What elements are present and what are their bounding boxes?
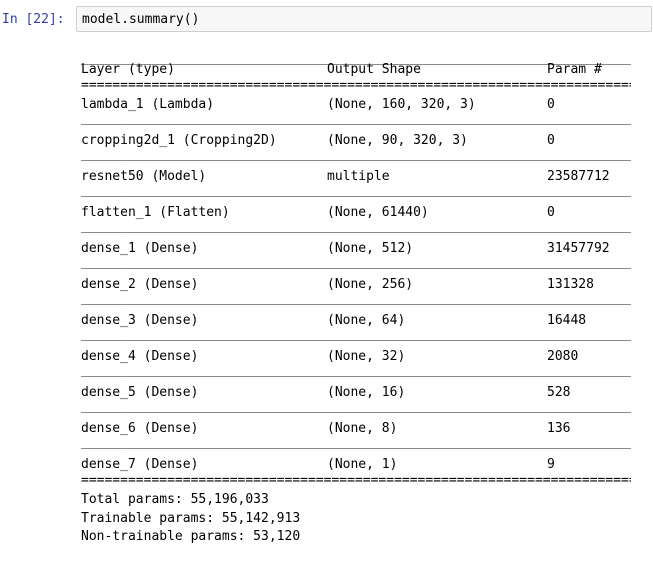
- row-param-count: 0: [547, 97, 555, 112]
- row-layer-name: lambda_1 (Lambda): [81, 97, 215, 112]
- row-output-shape: (None, 64): [327, 313, 406, 328]
- row-output-shape: (None, 8): [327, 421, 398, 436]
- input-prompt: In [22]:: [2, 12, 65, 27]
- row-param-count: 528: [547, 385, 571, 400]
- row-param-count: 2080: [547, 349, 579, 364]
- table-row: dense_6 (Dense) (None, 8) 136: [81, 420, 631, 437]
- row-output-shape: (None, 32): [327, 349, 406, 364]
- row-param-count: 136: [547, 421, 571, 436]
- table-row: lambda_1 (Lambda) (None, 160, 320, 3) 0: [81, 96, 631, 113]
- row-layer-name: dense_4 (Dense): [81, 349, 199, 364]
- row-separator-rule: ________________________________________…: [81, 328, 631, 341]
- table-row: dense_2 (Dense) (None, 256) 131328: [81, 276, 631, 293]
- row-separator-rule: ________________________________________…: [81, 436, 631, 449]
- row-output-shape: (None, 512): [327, 241, 414, 256]
- row-output-shape: (None, 16): [327, 385, 406, 400]
- row-layer-name: dense_2 (Dense): [81, 277, 199, 292]
- trainable-params: Trainable params: 55,142,913: [81, 511, 301, 526]
- row-param-count: 0: [547, 205, 555, 220]
- row-layer-name: flatten_1 (Flatten): [81, 205, 230, 220]
- bottom-double-rule: ========================================…: [81, 474, 631, 487]
- row-separator-rule: ________________________________________…: [81, 148, 631, 161]
- row-separator-rule: ________________________________________…: [81, 364, 631, 377]
- header-layer: Layer (type): [81, 62, 175, 77]
- row-output-shape: (None, 1): [327, 457, 398, 472]
- row-layer-name: resnet50 (Model): [81, 169, 207, 184]
- row-separator-rule: ________________________________________…: [81, 256, 631, 269]
- row-separator-rule: ________________________________________…: [81, 220, 631, 233]
- table-row: dense_5 (Dense) (None, 16) 528: [81, 384, 631, 401]
- row-param-count: 23587712: [547, 169, 610, 184]
- row-output-shape: (None, 256): [327, 277, 414, 292]
- row-output-shape: (None, 90, 320, 3): [327, 133, 468, 148]
- table-row: dense_7 (Dense) (None, 1) 9: [81, 456, 631, 473]
- row-separator-rule: ________________________________________…: [81, 112, 631, 125]
- table-row: dense_3 (Dense) (None, 64) 16448: [81, 312, 631, 329]
- row-param-count: 9: [547, 457, 555, 472]
- total-params: Total params: 55,196,033: [81, 492, 269, 507]
- row-layer-name: dense_6 (Dense): [81, 421, 199, 436]
- row-layer-name: dense_1 (Dense): [81, 241, 199, 256]
- row-layer-name: cropping2d_1 (Cropping2D): [81, 133, 277, 148]
- header-output-shape: Output Shape: [327, 62, 421, 77]
- row-param-count: 16448: [547, 313, 587, 328]
- table-row: cropping2d_1 (Cropping2D) (None, 90, 320,…: [81, 132, 631, 149]
- row-param-count: 0: [547, 133, 555, 148]
- output-area: ________________________________________…: [81, 0, 641, 562]
- row-output-shape: (None, 61440): [327, 205, 429, 220]
- table-row: flatten_1 (Flatten) (None, 61440) 0: [81, 204, 631, 221]
- row-output-shape: multiple: [327, 169, 390, 184]
- summary-header: Layer (type) Output Shape Param #: [81, 61, 631, 78]
- row-layer-name: dense_3 (Dense): [81, 313, 199, 328]
- row-separator-rule: ________________________________________…: [81, 400, 631, 413]
- header-param: Param #: [547, 62, 602, 77]
- non-trainable-params: Non-trainable params: 53,120: [81, 529, 301, 544]
- row-param-count: 131328: [547, 277, 594, 292]
- header-double-rule: ========================================…: [81, 79, 631, 92]
- table-row: resnet50 (Model) multiple 23587712: [81, 168, 631, 185]
- row-layer-name: dense_5 (Dense): [81, 385, 199, 400]
- table-row: dense_4 (Dense) (None, 32) 2080: [81, 348, 631, 365]
- row-param-count: 31457792: [547, 241, 610, 256]
- row-output-shape: (None, 160, 320, 3): [327, 97, 476, 112]
- row-separator-rule: ________________________________________…: [81, 292, 631, 305]
- row-layer-name: dense_7 (Dense): [81, 457, 199, 472]
- row-separator-rule: ________________________________________…: [81, 184, 631, 197]
- table-row: dense_1 (Dense) (None, 512) 31457792: [81, 240, 631, 257]
